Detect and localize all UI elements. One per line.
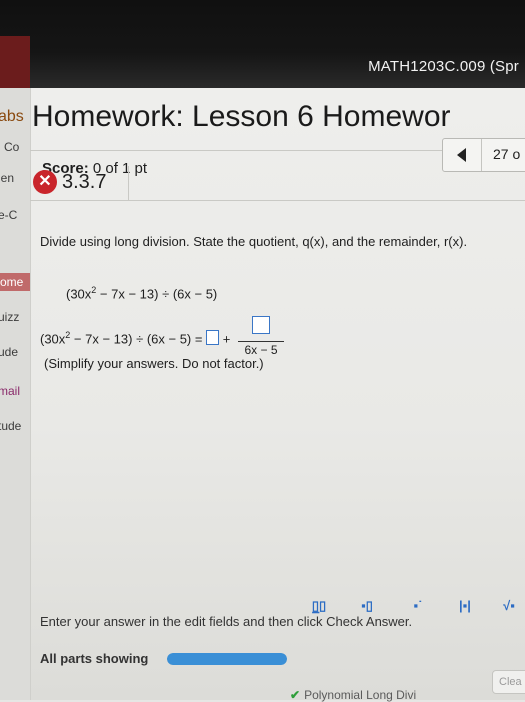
- answer-part: − 7x − 13) ÷ (6x − 5) =: [70, 331, 203, 347]
- quotient-input[interactable]: [206, 330, 220, 346]
- question-number: 3.3.7: [62, 171, 107, 193]
- answer-expression: (30x2 − 7x − 13) ÷ (6x − 5) = +: [40, 330, 230, 346]
- sidebar-item-quizzes[interactable]: uizz: [0, 310, 19, 324]
- sidebar-item-calendar[interactable]: len: [0, 171, 14, 185]
- page-title: Homework: Lesson 6 Homewor: [32, 100, 451, 133]
- sidebar-item-e-course[interactable]: e-C: [0, 208, 17, 222]
- absolute-value-tool-icon[interactable]: |▪|: [452, 594, 478, 618]
- enter-answer-hint: Enter your answer in the edit fields and…: [40, 614, 413, 629]
- all-parts-label: All parts showing: [40, 651, 149, 666]
- fraction-denominator: 6x − 5: [244, 343, 278, 357]
- problem-part: − 7x − 13) ÷ (6x − 5): [96, 286, 218, 302]
- remainder-fraction: 6x − 5: [238, 316, 284, 357]
- question-instruction: Divide using long division. State the qu…: [40, 234, 468, 249]
- question-header-divider: [30, 200, 525, 201]
- parts-progress-bar: [167, 653, 287, 665]
- sidebar-item-student[interactable]: tude: [0, 419, 21, 433]
- sidebar-item-homework[interactable]: ome: [0, 273, 30, 291]
- problem-expression: (30x2 − 7x − 13) ÷ (6x − 5): [66, 285, 217, 301]
- answer-part: (30x: [40, 331, 66, 347]
- left-sidebar: abs Co len e-C ome uizz ude mail tude: [0, 88, 31, 700]
- previous-question-icon[interactable]: [457, 148, 466, 162]
- question-number-divider: [128, 166, 129, 200]
- remainder-input[interactable]: [252, 316, 270, 334]
- square-root-tool-icon[interactable]: √▪: [496, 594, 522, 618]
- sidebar-item-co[interactable]: Co: [4, 140, 19, 154]
- sidebar-item-abs[interactable]: abs: [0, 108, 24, 126]
- simplify-note: (Simplify your answers. Do not factor.): [44, 356, 264, 371]
- problem-part: (30x: [66, 286, 92, 302]
- course-title: MATH1203C.009 (Spr: [368, 58, 519, 75]
- browser-strip: [0, 36, 30, 88]
- question-count[interactable]: 27 o: [493, 146, 520, 162]
- fraction-bar: [238, 341, 284, 342]
- incorrect-icon: ✕: [33, 170, 57, 194]
- sidebar-item-study[interactable]: ude: [0, 345, 18, 359]
- clear-all-button[interactable]: Clea: [492, 670, 525, 694]
- sidebar-item-email[interactable]: mail: [0, 384, 20, 398]
- question-navigator: 27 o: [442, 138, 525, 172]
- parts-progress-fill: [167, 653, 287, 665]
- navigator-divider: [481, 139, 482, 171]
- plus-sign: +: [222, 331, 231, 347]
- top-bar: MATH1203C.009 (Spr: [0, 0, 525, 88]
